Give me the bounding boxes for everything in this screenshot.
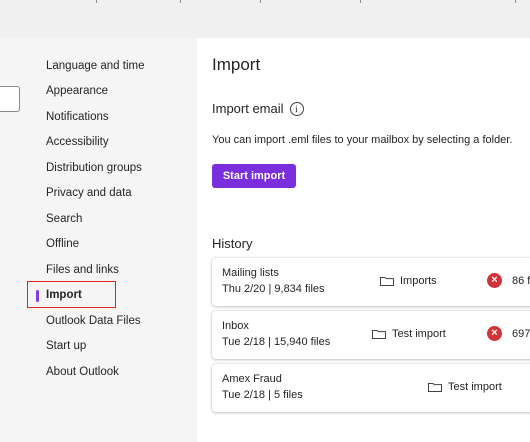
history-row-name: Mailing lists [222,267,279,279]
history-row-meta: Tue 2/18 | 15,940 files [222,336,331,348]
toolbar-divider [260,0,261,3]
highlight-box [27,281,116,308]
history-row-name: Amex Fraud [222,373,282,385]
toolbar-divider [96,0,97,3]
error-icon: × [487,326,502,341]
toolbar-divider [360,0,361,3]
error-icon: × [487,273,502,288]
history-row-folder: Test import [428,381,502,393]
search-settings-input[interactable] [0,86,20,112]
history-heading: History [212,236,253,251]
top-bar [0,0,530,38]
start-import-button[interactable]: Start import [212,164,296,188]
history-row-folder: Imports [380,275,437,287]
settings-nav: Language and time Appearance Notificatio… [27,38,197,442]
history-row[interactable]: Inbox Tue 2/18 | 15,940 files Test impor… [212,311,530,359]
nav-item-distribution-groups[interactable]: Distribution groups [46,159,142,177]
page-title: Import [212,55,261,74]
nav-item-accessibility[interactable]: Accessibility [46,133,109,151]
history-row[interactable]: Mailing lists Thu 2/20 | 9,834 files Imp… [212,258,530,306]
import-description: You can import .eml files to your mailbo… [212,134,513,146]
history-row-folder-label: Test import [392,328,446,340]
info-icon[interactable]: i [289,101,304,116]
history-row-folder-label: Test import [448,381,502,393]
history-row-count: 86 f [512,275,530,287]
nav-item-files-and-links[interactable]: Files and links [46,261,119,279]
settings-category-pane [0,38,30,442]
toolbar-divider [515,0,516,3]
import-email-heading-label: Import email [212,101,284,116]
import-pane: Import Import email i You can import .em… [197,38,530,442]
folder-icon [372,330,386,339]
nav-item-privacy-and-data[interactable]: Privacy and data [46,184,132,202]
history-row-folder-label: Imports [400,275,437,287]
history-row-meta: Tue 2/18 | 5 files [222,389,303,401]
nav-item-start-up[interactable]: Start up [46,337,86,355]
history-row-folder: Test import [372,328,446,340]
nav-item-offline[interactable]: Offline [46,235,79,253]
nav-item-notifications[interactable]: Notifications [46,108,109,126]
history-row-name: Inbox [222,320,249,332]
nav-item-appearance[interactable]: Appearance [46,82,108,100]
nav-item-outlook-data-files[interactable]: Outlook Data Files [46,312,141,330]
nav-item-search[interactable]: Search [46,210,82,228]
history-row-meta: Thu 2/20 | 9,834 files [222,283,325,295]
import-email-heading: Import email i [212,101,304,116]
history-row[interactable]: Amex Fraud Tue 2/18 | 5 files Test impor… [212,364,530,412]
toolbar-divider [180,0,181,3]
folder-icon [380,277,394,286]
nav-item-language-and-time[interactable]: Language and time [46,57,144,75]
history-row-count: 697 [512,328,530,340]
folder-icon [428,383,442,392]
nav-item-about-outlook[interactable]: About Outlook [46,363,119,381]
